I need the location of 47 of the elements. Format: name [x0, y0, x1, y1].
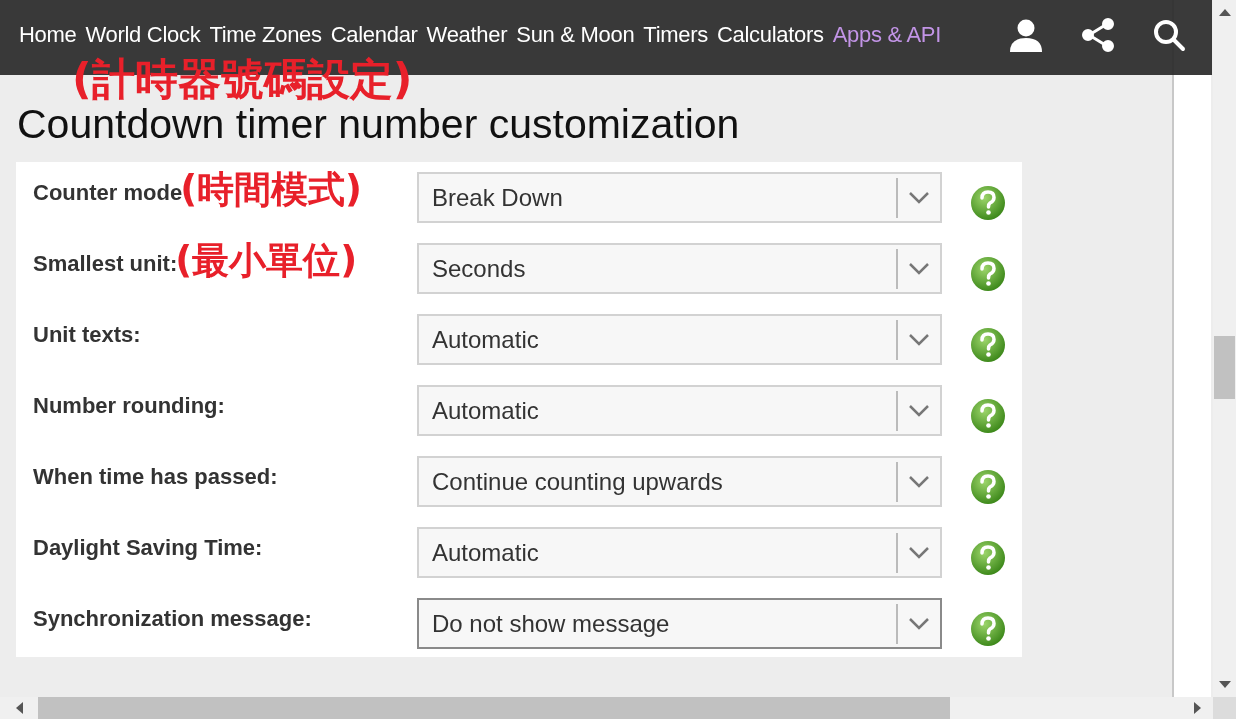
- scroll-up-icon[interactable]: [1218, 8, 1231, 16]
- nav-link[interactable]: Time Zones: [209, 18, 322, 51]
- help-icon[interactable]: [970, 469, 1006, 505]
- dropdown[interactable]: Seconds: [417, 243, 942, 294]
- field-label: Unit texts:: [33, 321, 141, 349]
- chevron-down-icon: [908, 474, 930, 489]
- help-icon[interactable]: [970, 540, 1006, 576]
- chevron-down-icon: [908, 403, 930, 418]
- chevron-down-icon: [908, 261, 930, 276]
- nav-link[interactable]: Weather: [426, 18, 508, 51]
- dropdown[interactable]: Automatic: [417, 314, 942, 365]
- chevron-down-icon: [908, 190, 930, 205]
- chevron-down-icon: [908, 545, 930, 560]
- help-icon[interactable]: [970, 398, 1006, 434]
- chevron-down-icon: [908, 332, 930, 347]
- scroll-right-icon[interactable]: [1194, 702, 1202, 714]
- field-label: Smallest unit:: [33, 250, 178, 278]
- field-label: Number rounding:: [33, 392, 225, 420]
- nav-link[interactable]: Sun & Moon: [516, 18, 635, 51]
- search-icon[interactable]: [1152, 17, 1186, 52]
- help-icon[interactable]: [970, 327, 1006, 363]
- field-label: Synchronization message:: [33, 605, 312, 633]
- dropdown[interactable]: Do not show message: [417, 598, 942, 649]
- share-icon[interactable]: [1082, 17, 1114, 52]
- scroll-down-icon[interactable]: [1218, 681, 1231, 689]
- chevron-down-icon: [908, 616, 930, 631]
- field-label: Counter mode: [33, 179, 183, 207]
- help-icon[interactable]: [970, 256, 1006, 292]
- scrollbar-thumb[interactable]: [1214, 336, 1235, 399]
- nav-link[interactable]: Home: [19, 18, 77, 51]
- help-icon[interactable]: [970, 185, 1006, 221]
- nav-link[interactable]: Timers: [643, 18, 708, 51]
- scroll-left-icon[interactable]: [15, 702, 23, 714]
- field-label: Daylight Saving Time:: [33, 534, 263, 562]
- nav-link[interactable]: World Clock: [85, 18, 201, 51]
- help-icon[interactable]: [970, 611, 1006, 647]
- nav-link[interactable]: Calendar: [330, 18, 418, 51]
- nav-link[interactable]: Calculators: [716, 18, 824, 51]
- nav-link[interactable]: Apps & API: [832, 18, 941, 51]
- annotation: (最小單位): [175, 239, 358, 283]
- dropdown[interactable]: Automatic: [417, 527, 942, 578]
- scrollbar-thumb[interactable]: [38, 697, 950, 719]
- dropdown[interactable]: Automatic: [417, 385, 942, 436]
- dropdown[interactable]: Continue counting upwards: [417, 456, 942, 507]
- dropdown[interactable]: Break Down: [417, 172, 942, 223]
- page-heading: Countdown timer number customization: [17, 102, 740, 146]
- field-label: When time has passed:: [33, 463, 278, 491]
